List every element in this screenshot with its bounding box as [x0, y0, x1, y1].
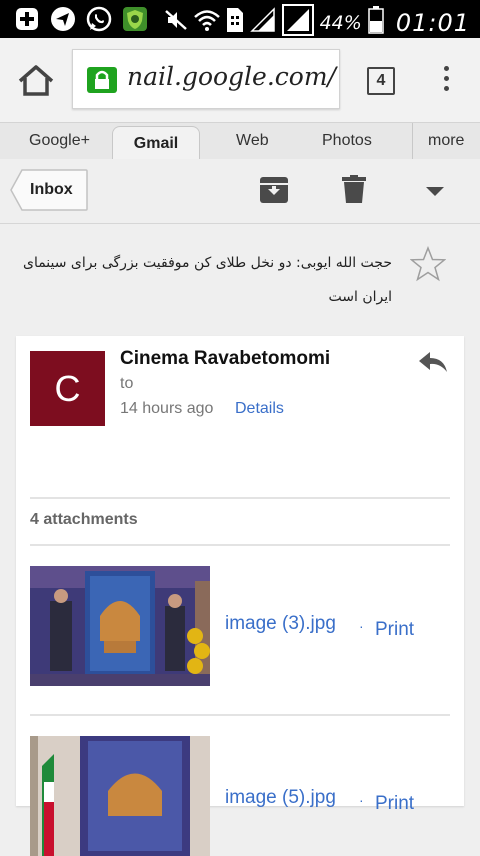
- muted-icon: [164, 8, 188, 37]
- gmail-action-bar: Inbox: [0, 159, 480, 224]
- avatar: C: [30, 351, 105, 426]
- divider: [30, 714, 450, 716]
- tab-switcher-button[interactable]: 4: [367, 67, 395, 95]
- add-notification-icon: [14, 6, 40, 32]
- attachment-name[interactable]: image (5).jpg: [225, 787, 336, 809]
- signal-icon: [249, 7, 276, 38]
- attachment-separator: ·: [359, 792, 364, 808]
- tab-google-plus[interactable]: Google+: [29, 132, 90, 150]
- home-icon: [18, 65, 54, 96]
- secure-lock-icon: [87, 67, 117, 93]
- back-to-inbox-label: Inbox: [30, 181, 73, 198]
- print-link[interactable]: Print: [375, 619, 414, 641]
- signal-icon: [281, 4, 314, 41]
- tab-gmail[interactable]: Gmail: [112, 126, 200, 160]
- attachment-thumbnail[interactable]: [30, 566, 210, 686]
- status-clock: 01:01: [395, 8, 470, 37]
- menu-dot-icon: [443, 76, 449, 81]
- whatsapp-icon: [86, 6, 112, 32]
- attachment-name[interactable]: image (3).jpg: [225, 613, 336, 635]
- message-card: C Cinema Ravabetomomi to 14 hours ago De…: [16, 336, 464, 856]
- status-bar: 44% 01:01: [0, 0, 480, 38]
- reply-icon[interactable]: [418, 350, 448, 374]
- divider: [30, 497, 450, 499]
- star-icon[interactable]: [410, 246, 446, 282]
- recipient-label: to: [120, 375, 134, 392]
- url-text: nail.google.com/: [127, 62, 336, 91]
- tab-divider: [412, 123, 413, 159]
- wifi-icon: [193, 8, 220, 37]
- chevron-down-icon[interactable]: [426, 187, 444, 197]
- menu-dot-icon: [443, 66, 449, 71]
- delete-icon[interactable]: [342, 175, 366, 205]
- tab-web[interactable]: Web: [236, 132, 269, 150]
- shield-app-icon: [122, 6, 148, 32]
- details-link[interactable]: Details: [235, 400, 284, 418]
- attachment-separator: ·: [359, 618, 364, 634]
- tab-more[interactable]: more: [428, 132, 464, 150]
- email-subject: حجت الله ایوبی: دو نخل طلای کن موفقیت بز…: [22, 255, 392, 305]
- sim-icon: [226, 7, 244, 38]
- battery-icon: [368, 6, 384, 39]
- tab-photos[interactable]: Photos: [322, 132, 372, 150]
- attachments-count: 4 attachments: [30, 511, 138, 528]
- browser-toolbar: nail.google.com/ 4: [0, 38, 480, 122]
- print-link[interactable]: Print: [375, 793, 414, 815]
- overflow-menu-button[interactable]: [438, 66, 454, 96]
- message-timestamp: 14 hours ago: [120, 400, 214, 417]
- menu-dot-icon: [443, 86, 449, 91]
- attachment-thumbnail[interactable]: [30, 736, 210, 856]
- archive-icon[interactable]: [259, 175, 289, 205]
- navigation-icon: [50, 6, 76, 32]
- battery-percent: 44%: [319, 11, 362, 34]
- divider: [30, 544, 450, 546]
- google-services-bar: Google+ Gmail Web Photos more: [0, 122, 480, 160]
- home-button[interactable]: [14, 62, 58, 102]
- url-bar[interactable]: nail.google.com/: [72, 49, 340, 109]
- back-to-inbox-button[interactable]: Inbox: [10, 169, 88, 211]
- sender-name[interactable]: Cinema Ravabetomomi: [120, 348, 330, 370]
